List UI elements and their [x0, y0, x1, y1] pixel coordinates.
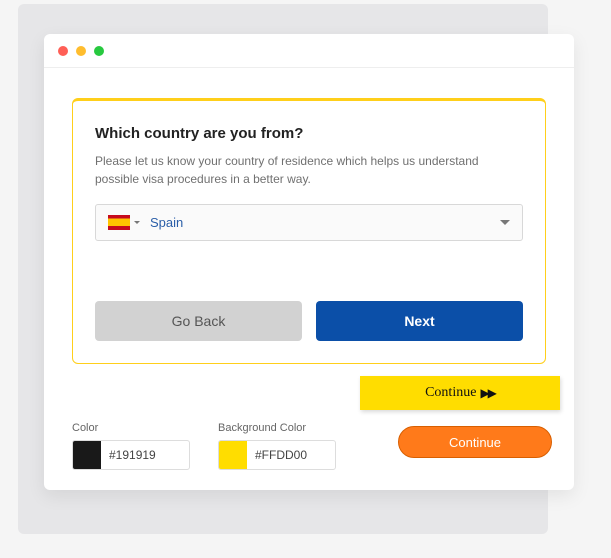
minimize-icon[interactable]: [76, 46, 86, 56]
bg-color-label: Background Color: [218, 422, 336, 434]
maximize-icon[interactable]: [94, 46, 104, 56]
continue-yellow-button[interactable]: Continue ▶▶: [360, 376, 560, 410]
continue-yellow-label: Continue: [425, 385, 476, 401]
app-window: Which country are you from? Please let u…: [44, 34, 574, 490]
content-area: Which country are you from? Please let u…: [44, 68, 574, 490]
flag-caret-icon: [134, 221, 140, 224]
text-color-swatch: [73, 441, 101, 469]
bg-color-swatch: [219, 441, 247, 469]
bg-color-input[interactable]: #FFDD00: [218, 440, 336, 470]
country-select-value: Spain: [150, 215, 500, 230]
go-back-button[interactable]: Go Back: [95, 301, 302, 341]
country-select[interactable]: Spain: [95, 204, 523, 241]
close-icon[interactable]: [58, 46, 68, 56]
continue-orange-button[interactable]: Continue: [398, 426, 552, 458]
bg-color-value: #FFDD00: [247, 448, 307, 462]
text-color-input[interactable]: #191919: [72, 440, 190, 470]
next-button[interactable]: Next: [316, 301, 523, 341]
window-titlebar: [44, 34, 574, 68]
chevron-down-icon: [500, 220, 510, 225]
double-chevron-right-icon: ▶▶: [480, 386, 494, 401]
spain-flag-icon: [108, 215, 130, 230]
text-color-value: #191919: [101, 448, 156, 462]
text-color-label: Color: [72, 422, 190, 434]
country-form-card: Which country are you from? Please let u…: [72, 98, 546, 364]
question-heading: Which country are you from?: [95, 125, 523, 142]
form-button-row: Go Back Next: [95, 301, 523, 341]
helper-text: Please let us know your country of resid…: [95, 152, 523, 188]
bg-color-group: Background Color #FFDD00: [218, 422, 336, 470]
text-color-group: Color #191919: [72, 422, 190, 470]
continue-orange-label: Continue: [449, 435, 501, 450]
